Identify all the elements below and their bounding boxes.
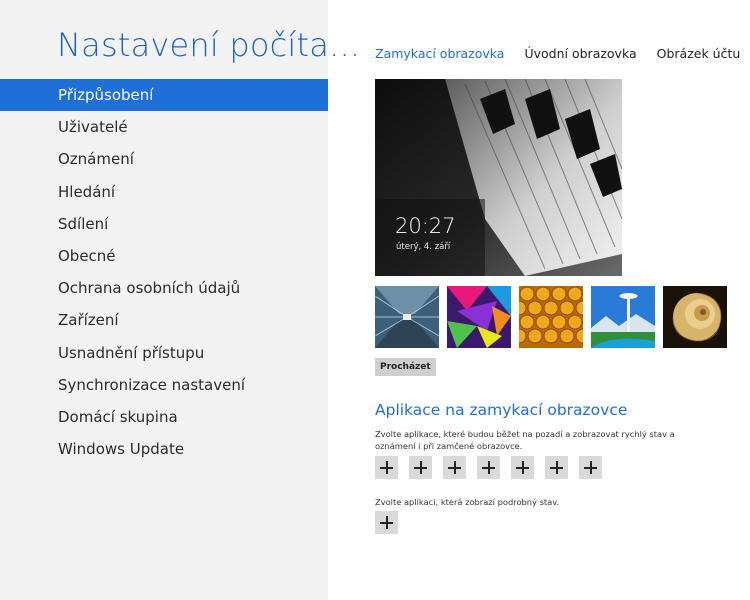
add-quick-status-app-button[interactable] [409,456,432,479]
add-quick-status-app-button[interactable] [443,456,466,479]
nav-item-sync-settings[interactable]: Synchronizace nastavení [0,369,328,401]
tab-account-picture[interactable]: Obrázek účtu [657,46,741,61]
nav-item-users[interactable]: Uživatelé [0,111,328,143]
tab-bar: Zamykací obrazovka Úvodní obrazovka Obrá… [375,46,740,61]
thumbnail-tunnel[interactable] [375,286,439,348]
nav-item-share[interactable]: Sdílení [0,208,328,240]
add-quick-status-app-button[interactable] [545,456,568,479]
thumbnail-honeycomb[interactable] [519,286,583,348]
add-quick-status-app-button[interactable] [375,456,398,479]
settings-nav: Přizpůsobení Uživatelé Oznámení Hledání … [0,79,328,465]
left-panel: Nastavení počíta... Přizpůsobení Uživate… [0,0,360,600]
quick-status-slots [375,456,602,479]
nav-item-notifications[interactable]: Oznámení [0,143,328,175]
thumbnail-nautilus-shell[interactable] [663,286,727,348]
nav-item-devices[interactable]: Zařízení [0,304,328,336]
page-title: Nastavení počíta... [57,26,361,64]
add-quick-status-app-button[interactable] [511,456,534,479]
lock-date: úterý, 4. září [396,242,451,252]
detailed-status-description: Zvolte aplikaci, která zobrazí podrobný … [375,497,560,507]
background-thumbnails [375,286,727,348]
nav-item-search[interactable]: Hledání [0,176,328,208]
add-detailed-status-app-button[interactable] [375,511,398,534]
nav-item-windows-update[interactable]: Windows Update [0,433,328,465]
tab-lock-screen[interactable]: Zamykací obrazovka [375,46,504,61]
nav-item-homegroup[interactable]: Domácí skupina [0,401,328,433]
nav-item-privacy[interactable]: Ochrana osobních údajů [0,272,328,304]
thumbnail-colorful-shapes[interactable] [447,286,511,348]
nav-item-general[interactable]: Obecné [0,240,328,272]
content-panel: Zamykací obrazovka Úvodní obrazovka Obrá… [328,0,750,600]
thumbnail-space-needle[interactable] [591,286,655,348]
quick-status-description: Zvolte aplikace, které budou běžet na po… [375,429,675,451]
browse-button[interactable]: Procházet [375,358,436,376]
lock-apps-title: Aplikace na zamykací obrazovce [375,401,628,419]
add-quick-status-app-button[interactable] [477,456,500,479]
lock-clock: 20:27 [395,214,456,238]
add-quick-status-app-button[interactable] [579,456,602,479]
nav-item-ease-of-access[interactable]: Usnadnění přístupu [0,337,328,369]
tab-start-screen[interactable]: Úvodní obrazovka [524,46,636,61]
lock-screen-preview: 20:27 úterý, 4. září [375,79,622,276]
nav-item-personalize[interactable]: Přizpůsobení [0,79,328,112]
